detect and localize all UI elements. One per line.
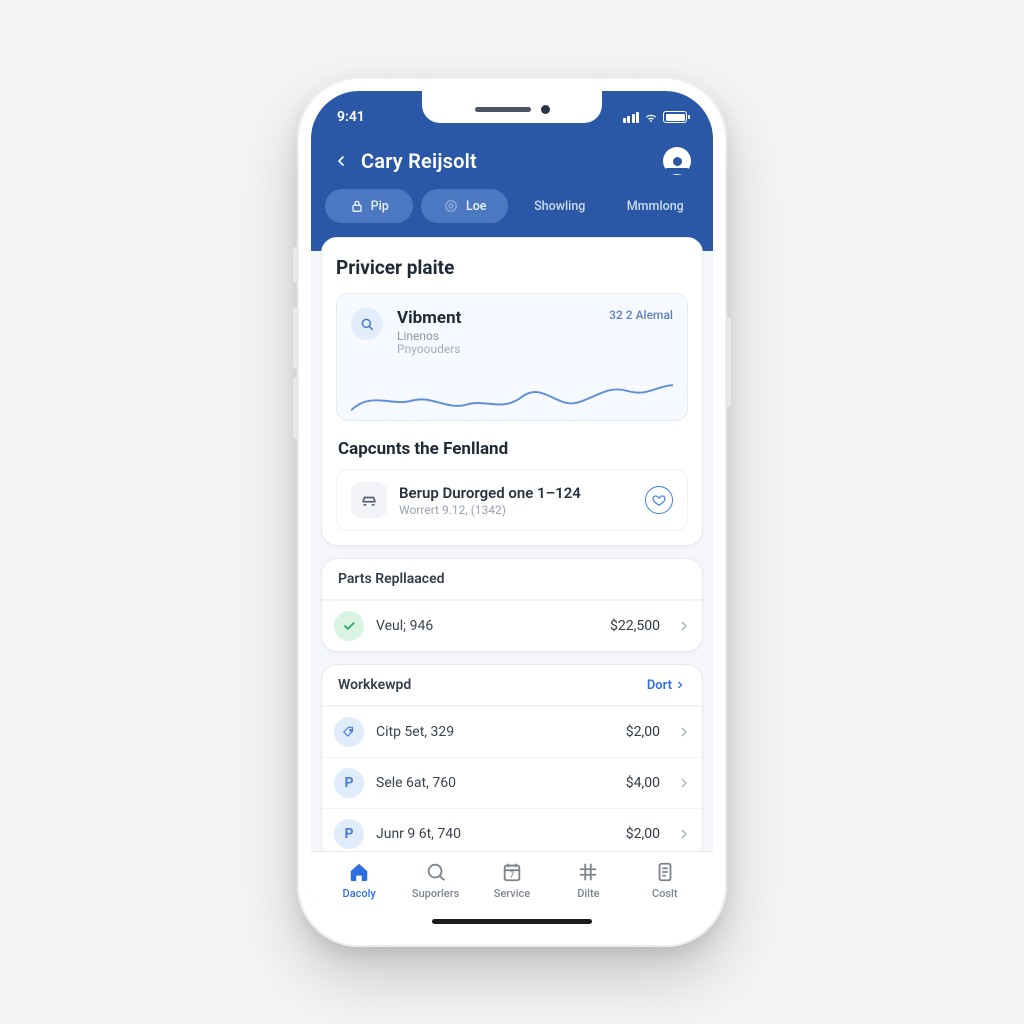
side-button-mute bbox=[293, 247, 298, 283]
list-item[interactable]: Citp 5et, 329 $2,00 bbox=[322, 706, 702, 757]
search-pill[interactable] bbox=[351, 308, 383, 340]
document-icon bbox=[653, 860, 677, 884]
main-content[interactable]: Privicer plaite Vibment Linenos Pnyooude… bbox=[311, 237, 713, 861]
target-icon bbox=[442, 197, 460, 215]
list-item[interactable]: Veul; 946 $22,500 bbox=[322, 600, 702, 651]
status-icons bbox=[623, 110, 688, 124]
chevron-right-icon bbox=[674, 679, 686, 691]
side-button-power bbox=[726, 317, 731, 407]
speaker-grille bbox=[475, 107, 531, 112]
item-title: Junr 9 6t, 740 bbox=[376, 826, 614, 842]
item-title: Veul; 946 bbox=[376, 618, 598, 634]
check-icon bbox=[334, 611, 364, 641]
segment-mmmlong[interactable]: Mmmlong bbox=[612, 189, 700, 223]
front-camera bbox=[541, 105, 550, 114]
tab-label: Dacoly bbox=[343, 887, 376, 900]
screen: 9:41 Cary Reijsolt Pi bbox=[311, 91, 713, 933]
tag-icon bbox=[334, 717, 364, 747]
car-icon bbox=[351, 482, 387, 518]
notch bbox=[422, 91, 602, 123]
back-icon[interactable] bbox=[333, 153, 349, 169]
section-header: Workkewpd bbox=[338, 677, 411, 693]
side-button-vol-up bbox=[293, 307, 298, 369]
primary-item-title: Berup Durorged one 1–124 bbox=[399, 484, 633, 502]
section-workewpd: Workkewpd Dort Citp 5et, 329 $2,00 P bbox=[321, 664, 703, 860]
item-price: $22,500 bbox=[610, 618, 660, 634]
segment-label: Pip bbox=[371, 199, 389, 214]
parking-icon: P bbox=[334, 768, 364, 798]
item-price: $2,00 bbox=[626, 724, 660, 740]
side-button-vol-down bbox=[293, 377, 298, 439]
search-icon bbox=[359, 316, 375, 332]
svg-text:7: 7 bbox=[510, 871, 515, 881]
person-icon bbox=[673, 157, 682, 166]
tab-dacoly[interactable]: Dacoly bbox=[324, 860, 394, 933]
battery-icon bbox=[663, 111, 687, 123]
cellular-icon bbox=[623, 112, 640, 123]
page-title: Cary Reijsolt bbox=[361, 149, 477, 173]
chevron-right-icon bbox=[676, 826, 692, 842]
segment-label: Loe bbox=[466, 199, 487, 214]
home-icon bbox=[347, 860, 371, 884]
item-title: Citp 5et, 329 bbox=[376, 724, 614, 740]
parking-icon: P bbox=[334, 819, 364, 849]
sub-section-title: Capcunts the Fenlland bbox=[338, 439, 686, 459]
section-parts-replaced: Parts Repllaaced Veul; 946 $22,500 bbox=[321, 558, 703, 652]
chevron-right-icon bbox=[676, 618, 692, 634]
profile-button[interactable] bbox=[663, 147, 691, 175]
primary-item-row[interactable]: Berup Durorged one 1–124 Worrert 9.12, (… bbox=[336, 469, 688, 531]
item-price: $2,00 bbox=[626, 826, 660, 842]
tab-label: Dilte bbox=[577, 887, 599, 900]
list-item[interactable]: P Sele 6at, 760 $4,00 bbox=[322, 757, 702, 808]
search-icon bbox=[424, 860, 448, 884]
chevron-right-icon bbox=[676, 724, 692, 740]
tab-label: Service bbox=[494, 887, 530, 900]
item-price: $4,00 bbox=[626, 775, 660, 791]
overview-title: Privicer plaite bbox=[336, 256, 688, 279]
segment-showling[interactable]: Showling bbox=[516, 189, 604, 223]
metric-title: Vibment bbox=[397, 308, 595, 328]
section-link[interactable]: Dort bbox=[647, 678, 686, 693]
status-time: 9:41 bbox=[337, 109, 365, 125]
grid-icon bbox=[576, 860, 600, 884]
tab-label: Suporlers bbox=[412, 887, 459, 900]
phone-frame: 9:41 Cary Reijsolt Pi bbox=[297, 77, 727, 947]
lock-icon bbox=[349, 198, 365, 214]
title-bar: Cary Reijsolt bbox=[311, 131, 713, 189]
wifi-icon bbox=[644, 110, 658, 124]
section-header: Parts Repllaaced bbox=[338, 571, 445, 587]
tab-coslt[interactable]: Coslt bbox=[630, 860, 700, 933]
item-title: Sele 6at, 760 bbox=[376, 775, 614, 791]
segment-pip[interactable]: Pip bbox=[325, 189, 413, 223]
tab-label: Coslt bbox=[652, 887, 678, 900]
home-indicator[interactable] bbox=[432, 919, 592, 924]
metric-sub2: Pnyoouders bbox=[397, 343, 595, 356]
sparkline bbox=[351, 362, 673, 420]
segment-loe[interactable]: Loe bbox=[421, 189, 509, 223]
segment-label: Showling bbox=[534, 199, 585, 214]
overview-card: Privicer plaite Vibment Linenos Pnyooude… bbox=[321, 237, 703, 546]
primary-item-subtitle: Worrert 9.12, (1342) bbox=[399, 503, 633, 517]
chevron-right-icon bbox=[676, 775, 692, 791]
favorite-button[interactable] bbox=[645, 486, 673, 514]
segment-bar: Pip Loe Showling Mmmlong bbox=[311, 189, 713, 223]
calendar-icon: 7 bbox=[500, 860, 524, 884]
metric-badge: 32 2 Alemal bbox=[609, 308, 673, 322]
metric-panel[interactable]: Vibment Linenos Pnyoouders 32 2 Alemal bbox=[336, 293, 688, 421]
segment-label: Mmmlong bbox=[627, 199, 684, 214]
